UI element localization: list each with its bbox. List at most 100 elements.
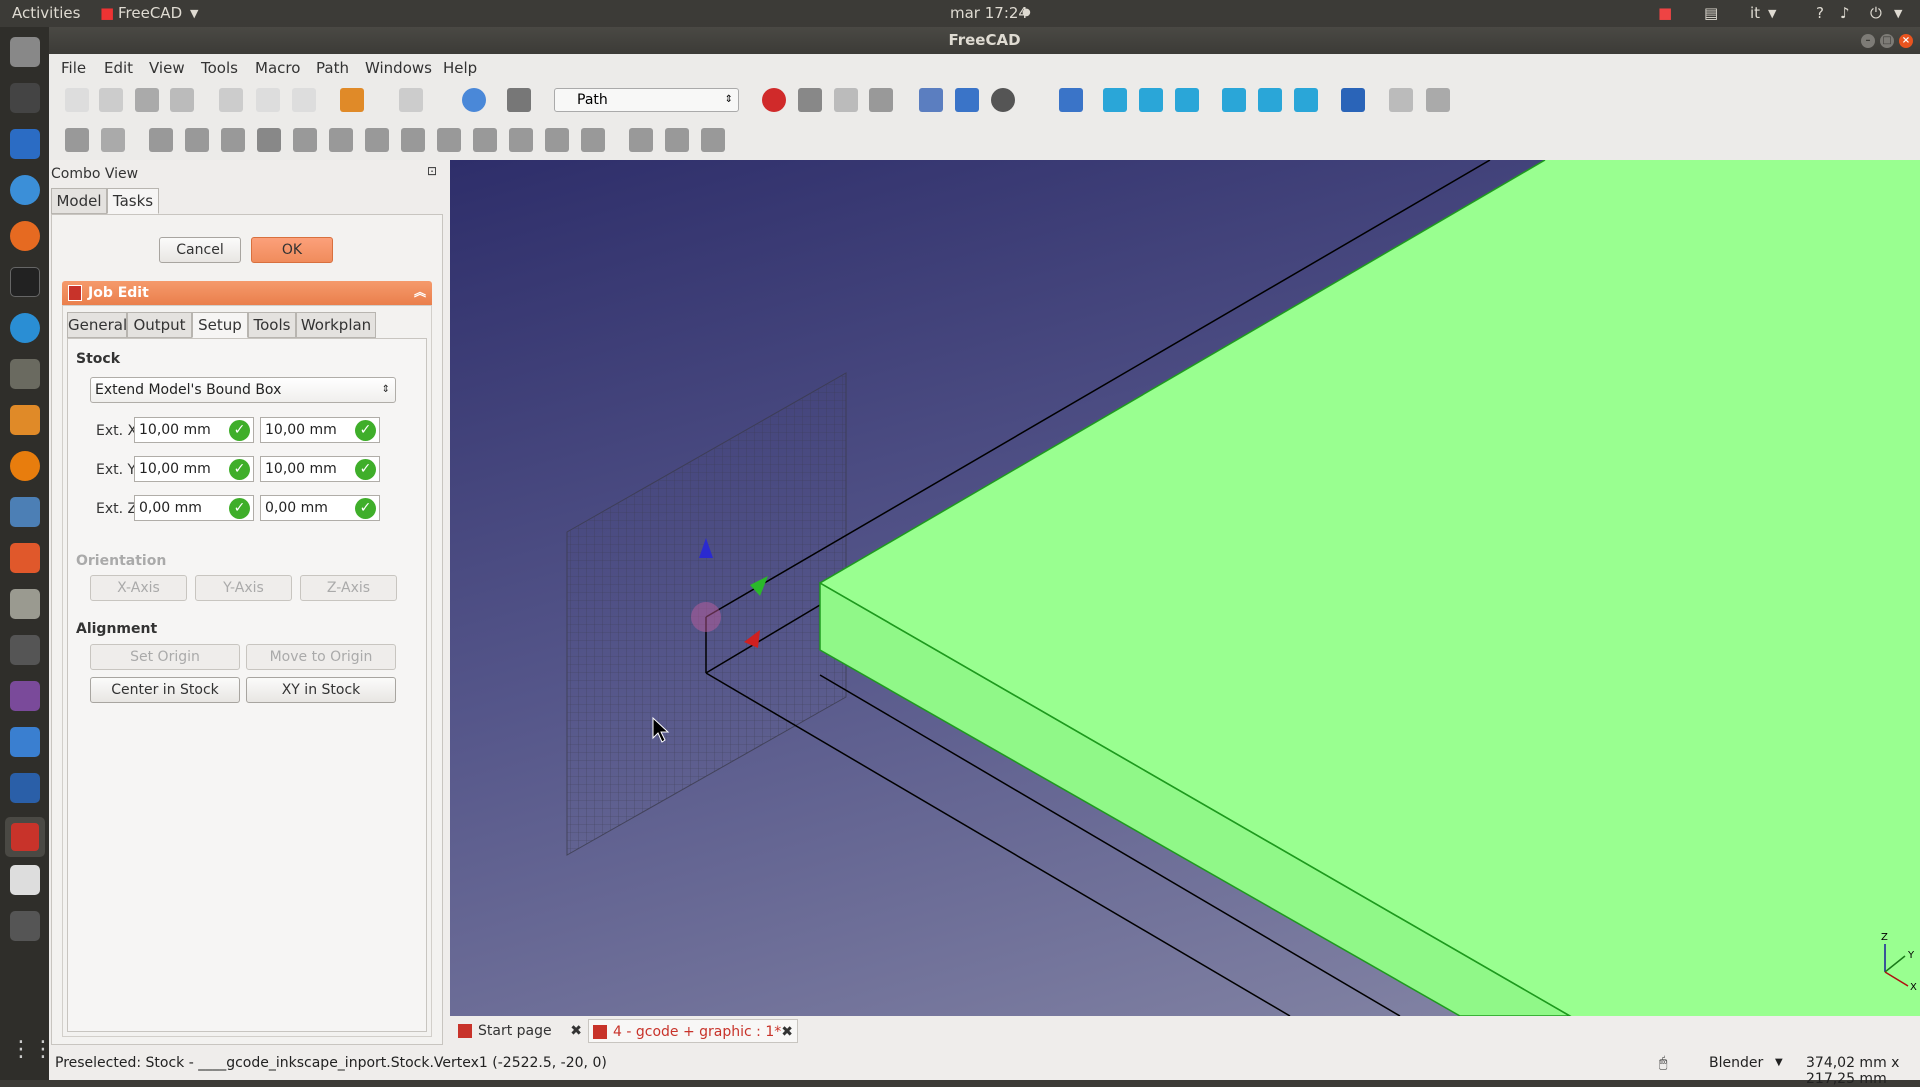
ext-y-neg-input[interactable]: 10,00 mm ✓ (134, 456, 254, 482)
undo-icon[interactable] (340, 88, 364, 112)
ok-button[interactable]: OK (251, 237, 333, 263)
firefox-icon[interactable] (10, 221, 40, 251)
edit-macro-icon[interactable] (834, 88, 858, 112)
menu-edit[interactable]: Edit (104, 59, 133, 77)
ext-y-pos-input[interactable]: 10,00 mm ✓ (260, 456, 380, 482)
tab-setup[interactable]: Setup (192, 312, 248, 338)
video-editor-icon[interactable] (10, 911, 40, 941)
draw-style-icon[interactable] (991, 88, 1015, 112)
print-icon[interactable] (170, 88, 194, 112)
workbench-selector[interactable]: Path ⇕ (554, 88, 739, 112)
tab-output[interactable]: Output (127, 312, 192, 338)
run-macro-icon[interactable] (869, 88, 893, 112)
path-tool-icon[interactable] (149, 128, 173, 152)
part-icon[interactable] (1389, 88, 1413, 112)
move-to-origin-button[interactable]: Move to Origin (246, 644, 396, 670)
top-view-icon[interactable] (1139, 88, 1163, 112)
engrave-icon[interactable] (545, 128, 569, 152)
gimp-icon[interactable] (10, 359, 40, 389)
help-icon[interactable]: ? (1816, 4, 1824, 22)
fit-selection-icon[interactable] (955, 88, 979, 112)
undock-icon[interactable]: ⊡ (427, 164, 437, 178)
isometric-view-icon[interactable] (1059, 88, 1083, 112)
navigation-style[interactable]: Blender (1709, 1055, 1763, 1071)
menu-path[interactable]: Path (316, 59, 349, 77)
minimize-icon[interactable]: – (1861, 34, 1875, 48)
bottom-view-icon[interactable] (1258, 88, 1282, 112)
arduino-icon[interactable] (10, 727, 40, 757)
post-process-icon[interactable] (101, 128, 125, 152)
center-in-stock-button[interactable]: Center in Stock (90, 677, 240, 703)
z-axis-button[interactable]: Z-Axis (300, 575, 397, 601)
record-macro-icon[interactable] (762, 88, 786, 112)
tab-tasks[interactable]: Tasks (107, 188, 159, 214)
ext-x-pos-input[interactable]: 10,00 mm ✓ (260, 417, 380, 443)
freecad-launcher-icon[interactable] (5, 817, 45, 857)
path-tool-icon[interactable] (185, 128, 209, 152)
clock[interactable]: mar 17:24 (950, 4, 1028, 22)
terminal-icon[interactable] (10, 267, 40, 297)
ext-z-neg-input[interactable]: 0,00 mm ✓ (134, 495, 254, 521)
close-icon[interactable]: × (1899, 34, 1913, 48)
software-center-icon[interactable] (10, 543, 40, 573)
browser-icon[interactable] (10, 313, 40, 343)
ext-z-pos-input[interactable]: 0,00 mm ✓ (260, 495, 380, 521)
redo-icon[interactable] (399, 88, 423, 112)
writer-icon[interactable] (10, 129, 40, 159)
close-tab-icon[interactable]: ✖ (781, 1020, 793, 1044)
text-editor-icon[interactable] (10, 865, 40, 895)
path-tool-icon[interactable] (221, 128, 245, 152)
power-icon[interactable]: ⏻ (1870, 4, 1882, 22)
simulator-icon[interactable] (701, 128, 725, 152)
menu-tools[interactable]: Tools (201, 59, 238, 77)
simple-copy-icon[interactable] (665, 128, 689, 152)
virtualbox-icon[interactable] (10, 773, 40, 803)
xy-in-stock-button[interactable]: XY in Stock (246, 677, 396, 703)
open-file-icon[interactable] (99, 88, 123, 112)
save-icon[interactable] (135, 88, 159, 112)
face-icon[interactable] (473, 128, 497, 152)
menu-windows[interactable]: Windows (365, 59, 432, 77)
helix-icon[interactable] (509, 128, 533, 152)
job-icon[interactable] (65, 128, 89, 152)
scanner-icon[interactable] (10, 497, 40, 527)
settings-icon[interactable] (10, 589, 40, 619)
app-menu[interactable]: FreeCAD (118, 4, 182, 22)
refresh-icon[interactable] (462, 88, 486, 112)
files-icon[interactable] (10, 37, 40, 67)
chromium-icon[interactable] (10, 175, 40, 205)
blender-icon[interactable] (10, 451, 40, 481)
y-axis-button[interactable]: Y-Axis (195, 575, 292, 601)
volume-icon[interactable]: ♪ (1840, 4, 1850, 22)
collapse-icon[interactable]: ︽ (414, 280, 426, 304)
tab-start-page[interactable]: Start page ✖ (454, 1019, 584, 1043)
copy-icon[interactable] (256, 88, 280, 112)
draw-icon[interactable] (10, 405, 40, 435)
stock-type-select[interactable]: Extend Model's Bound Box ⇕ (90, 377, 396, 403)
language-indicator[interactable]: it (1750, 4, 1760, 22)
new-file-icon[interactable] (65, 88, 89, 112)
measure-icon[interactable] (1341, 88, 1365, 112)
profile-icon[interactable] (293, 128, 317, 152)
menu-help[interactable]: Help (443, 59, 477, 77)
camera-app-icon[interactable] (10, 635, 40, 665)
cut-icon[interactable] (219, 88, 243, 112)
array-icon[interactable] (629, 128, 653, 152)
front-view-icon[interactable] (1103, 88, 1127, 112)
inkscape-icon[interactable] (10, 83, 40, 113)
ext-x-neg-input[interactable]: 10,00 mm ✓ (134, 417, 254, 443)
profile-icon[interactable] (365, 128, 389, 152)
media-icon[interactable] (10, 681, 40, 711)
right-view-icon[interactable] (1175, 88, 1199, 112)
path-tool-icon[interactable] (257, 128, 281, 152)
tab-general[interactable]: General (67, 312, 127, 338)
tab-tools[interactable]: Tools (248, 312, 296, 338)
dress-up-icon[interactable] (581, 128, 605, 152)
menu-macro[interactable]: Macro (255, 59, 300, 77)
profile-icon[interactable] (329, 128, 353, 152)
drill-icon[interactable] (437, 128, 461, 152)
cancel-button[interactable]: Cancel (159, 237, 241, 263)
stop-macro-icon[interactable] (798, 88, 822, 112)
3d-viewport[interactable]: Z Y X (450, 160, 1920, 1016)
whats-this-icon[interactable] (507, 88, 531, 112)
